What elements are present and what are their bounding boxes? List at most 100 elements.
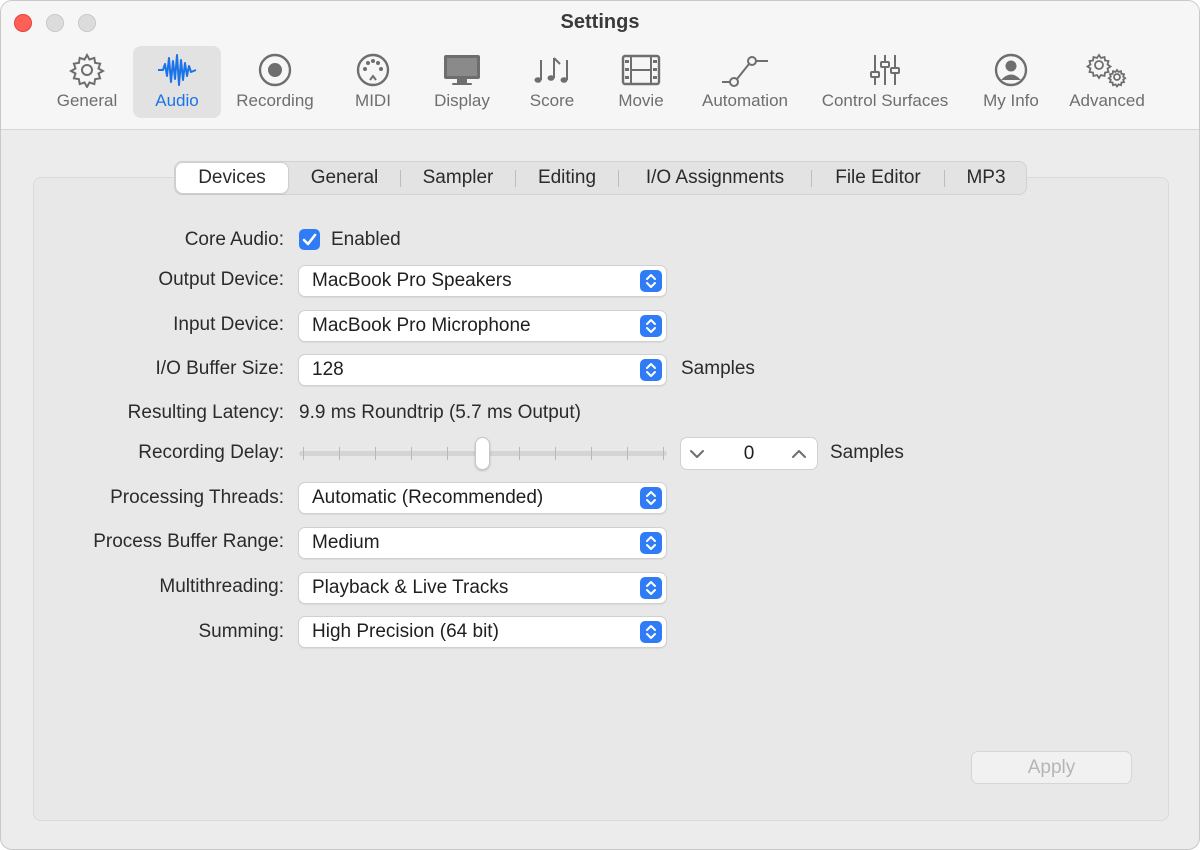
music-notes-icon bbox=[515, 52, 589, 88]
tab-divider bbox=[400, 170, 401, 187]
toolbar-midi[interactable]: MIDI bbox=[337, 46, 409, 118]
slider-tick bbox=[303, 447, 304, 460]
io-buffer-label: I/O Buffer Size: bbox=[155, 358, 284, 379]
toolbar-advanced[interactable]: Advanced bbox=[1061, 46, 1153, 118]
tab-divider bbox=[618, 170, 619, 187]
toolbar-automation[interactable]: Automation bbox=[693, 46, 797, 118]
popup-arrows-icon bbox=[640, 359, 662, 381]
tab-general[interactable]: General bbox=[291, 162, 398, 194]
popup-arrows-icon bbox=[640, 270, 662, 292]
output-device-value: MacBook Pro Speakers bbox=[312, 270, 512, 291]
toolbar-label: Movie bbox=[618, 91, 664, 110]
toolbar-label: General bbox=[56, 91, 118, 110]
slider-tick bbox=[411, 447, 412, 460]
titlebar: Settings General Audio Recording MIDI Di… bbox=[1, 1, 1199, 130]
toolbar-audio[interactable]: Audio bbox=[133, 46, 221, 118]
tab-editing[interactable]: Editing bbox=[517, 162, 617, 194]
recording-delay-stepper[interactable]: 0 bbox=[680, 437, 818, 470]
popup-arrows-icon bbox=[640, 621, 662, 643]
film-icon bbox=[605, 52, 677, 88]
tab-sampler[interactable]: Sampler bbox=[402, 162, 514, 194]
output-device-label: Output Device: bbox=[158, 269, 284, 290]
window-title: Settings bbox=[560, 11, 640, 33]
process-buffer-range-value: Medium bbox=[312, 532, 380, 553]
recording-delay-unit: Samples bbox=[830, 442, 904, 463]
tab-divider bbox=[944, 170, 945, 187]
multithreading-label: Multithreading: bbox=[159, 576, 284, 597]
popup-arrows-icon bbox=[640, 577, 662, 599]
latency-value: 9.9 ms Roundtrip (5.7 ms Output) bbox=[299, 402, 581, 423]
waveform-icon bbox=[133, 52, 221, 88]
processing-threads-value: Automatic (Recommended) bbox=[312, 487, 544, 508]
processing-threads-label: Processing Threads: bbox=[110, 487, 284, 508]
recording-delay-slider-knob[interactable] bbox=[475, 437, 490, 470]
toolbar-display[interactable]: Display bbox=[421, 46, 503, 118]
gears-icon bbox=[1061, 52, 1153, 88]
slider-tick bbox=[339, 447, 340, 460]
popup-arrows-icon bbox=[640, 532, 662, 554]
input-device-label: Input Device: bbox=[173, 314, 284, 335]
slider-tick bbox=[447, 447, 448, 460]
tab-devices[interactable]: Devices bbox=[176, 163, 288, 193]
toolbar-label: Advanced bbox=[1069, 91, 1145, 110]
latency-label: Resulting Latency: bbox=[127, 402, 284, 423]
record-icon bbox=[229, 52, 321, 88]
toolbar-label: My Info bbox=[983, 91, 1039, 110]
slider-tick bbox=[519, 447, 520, 460]
multithreading-value: Playback & Live Tracks bbox=[312, 577, 509, 598]
recording-delay-label: Recording Delay: bbox=[138, 442, 284, 463]
input-device-popup[interactable]: MacBook Pro Microphone bbox=[298, 310, 667, 342]
chevron-up-icon[interactable] bbox=[789, 444, 809, 464]
settings-window: Settings General Audio Recording MIDI Di… bbox=[0, 0, 1200, 850]
display-icon bbox=[421, 52, 503, 88]
tab-bar: Devices General Sampler Editing I/O Assi… bbox=[174, 161, 1027, 195]
output-device-popup[interactable]: MacBook Pro Speakers bbox=[298, 265, 667, 297]
popup-arrows-icon bbox=[640, 315, 662, 337]
slider-tick bbox=[627, 447, 628, 460]
multithreading-popup[interactable]: Playback & Live Tracks bbox=[298, 572, 667, 604]
toolbar-label: MIDI bbox=[355, 91, 391, 110]
person-icon bbox=[973, 52, 1049, 88]
toolbar-label: Recording bbox=[236, 91, 314, 110]
toolbar-general[interactable]: General bbox=[47, 46, 127, 118]
summing-value: High Precision (64 bit) bbox=[312, 621, 499, 642]
sliders-icon bbox=[809, 52, 961, 88]
slider-tick bbox=[375, 447, 376, 460]
tab-divider bbox=[811, 170, 812, 187]
core-audio-label: Core Audio: bbox=[184, 229, 284, 250]
summing-label: Summing: bbox=[198, 621, 284, 642]
summing-popup[interactable]: High Precision (64 bit) bbox=[298, 616, 667, 648]
gear-icon bbox=[47, 52, 127, 88]
slider-tick bbox=[591, 447, 592, 460]
io-buffer-unit: Samples bbox=[681, 358, 755, 379]
slider-tick bbox=[555, 447, 556, 460]
io-buffer-value: 128 bbox=[312, 359, 344, 380]
toolbar-label: Score bbox=[529, 91, 575, 110]
automation-icon bbox=[693, 52, 797, 88]
checkmark-icon bbox=[302, 233, 317, 246]
tab-file-editor[interactable]: File Editor bbox=[813, 162, 943, 194]
apply-button[interactable]: Apply bbox=[971, 751, 1132, 784]
core-audio-checkbox[interactable] bbox=[299, 229, 320, 250]
tab-divider bbox=[515, 170, 516, 187]
toolbar-label: Audio bbox=[155, 91, 199, 110]
core-audio-checkbox-label[interactable]: Enabled bbox=[331, 229, 401, 251]
input-device-value: MacBook Pro Microphone bbox=[312, 315, 531, 336]
tab-io-assignments[interactable]: I/O Assignments bbox=[620, 162, 810, 194]
chevron-down-icon[interactable] bbox=[687, 444, 707, 464]
slider-tick bbox=[663, 447, 664, 460]
tab-mp3[interactable]: MP3 bbox=[946, 162, 1026, 194]
toolbar-control-surfaces[interactable]: Control Surfaces bbox=[809, 46, 961, 118]
popup-arrows-icon bbox=[640, 487, 662, 509]
process-buffer-range-popup[interactable]: Medium bbox=[298, 527, 667, 559]
toolbar-movie[interactable]: Movie bbox=[605, 46, 677, 118]
recording-delay-value[interactable]: 0 bbox=[721, 438, 777, 469]
toolbar-my-info[interactable]: My Info bbox=[973, 46, 1049, 118]
toolbar-recording[interactable]: Recording bbox=[229, 46, 321, 118]
midi-icon bbox=[337, 52, 409, 88]
toolbar-score[interactable]: Score bbox=[515, 46, 589, 118]
toolbar-label: Control Surfaces bbox=[821, 91, 949, 110]
io-buffer-popup[interactable]: 128 bbox=[298, 354, 667, 386]
toolbar-label: Display bbox=[434, 91, 490, 110]
processing-threads-popup[interactable]: Automatic (Recommended) bbox=[298, 482, 667, 514]
